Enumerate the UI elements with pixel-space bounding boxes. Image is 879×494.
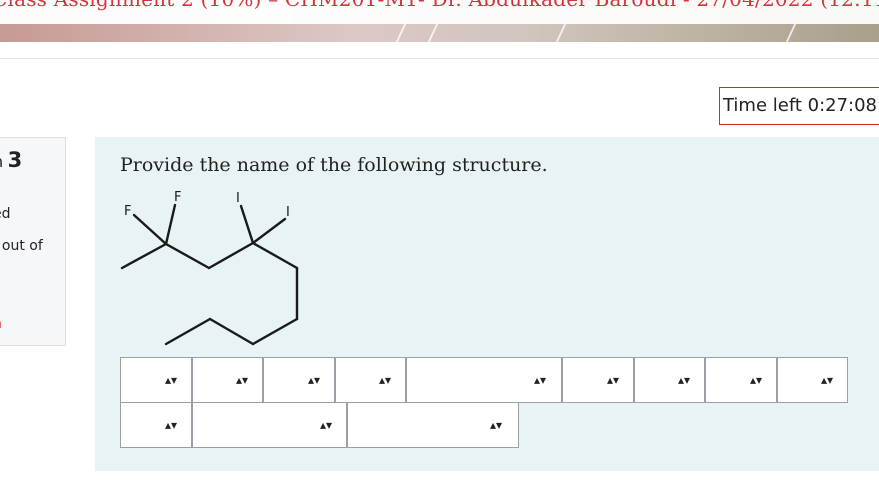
banner-title-strip: Class Assignment 2 (10%) – CHM201-M1- Dr… (0, 0, 879, 24)
select-arrows-icon: ▴▾ (489, 418, 503, 432)
name-part-select-7[interactable]: ▴▾ (634, 357, 705, 403)
name-part-select-11[interactable]: ▴▾ (192, 402, 347, 448)
atom-label: F (174, 190, 181, 205)
chemical-structure: F F I I (120, 190, 299, 346)
bond (132, 213, 168, 246)
name-part-select-3[interactable]: ▴▾ (263, 357, 335, 403)
bond (164, 242, 211, 270)
select-arrows-icon: ▴▾ (533, 373, 547, 387)
name-part-select-9[interactable]: ▴▾ (777, 357, 848, 403)
bond (164, 203, 177, 246)
question-number-prefix: n (0, 152, 3, 171)
header-divider (0, 58, 879, 59)
bond (251, 217, 287, 245)
question-prompt: Provide the name of the following struct… (120, 154, 548, 176)
select-arrows-icon: ▴▾ (319, 418, 333, 432)
select-arrows-icon: ▴▾ (749, 373, 763, 387)
quiz-title: Class Assignment 2 (10%) – CHM201-M1- Dr… (0, 0, 879, 11)
bond (164, 317, 212, 346)
select-arrows-icon: ▴▾ (307, 373, 321, 387)
question-number: n 3 (0, 148, 22, 172)
bond (208, 317, 255, 346)
name-part-select-1[interactable]: ▴▾ (120, 357, 192, 403)
atom-label: I (286, 205, 290, 220)
name-part-select-2[interactable]: ▴▾ (192, 357, 263, 403)
name-part-select-12[interactable]: ▴▾ (347, 402, 519, 448)
question-number-value: 3 (7, 148, 23, 172)
bond (239, 204, 255, 245)
atom-label: F (124, 204, 131, 219)
select-arrows-icon: ▴▾ (820, 373, 834, 387)
name-part-select-8[interactable]: ▴▾ (705, 357, 777, 403)
select-arrows-icon: ▴▾ (164, 418, 178, 432)
bond (251, 317, 299, 346)
select-arrows-icon: ▴▾ (164, 373, 178, 387)
flag-question-link[interactable]: n (0, 316, 2, 332)
question-marks: . out of (0, 238, 43, 254)
question-status: ed (0, 206, 11, 222)
time-left-timer: Time left 0:27:08 (719, 87, 879, 125)
banner-image (0, 24, 879, 42)
select-arrows-icon: ▴▾ (378, 373, 392, 387)
bond (251, 241, 299, 270)
select-arrows-icon: ▴▾ (606, 373, 620, 387)
atom-label: I (236, 191, 240, 206)
name-part-select-5[interactable]: ▴▾ (406, 357, 562, 403)
name-part-select-6[interactable]: ▴▾ (562, 357, 634, 403)
course-banner: Class Assignment 2 (10%) – CHM201-M1- Dr… (0, 0, 879, 42)
select-arrows-icon: ▴▾ (235, 373, 249, 387)
bond (120, 242, 168, 270)
bond (207, 241, 255, 270)
question-info-panel: n 3 ed . out of n (0, 137, 66, 346)
name-part-select-10[interactable]: ▴▾ (120, 402, 192, 448)
select-arrows-icon: ▴▾ (677, 373, 691, 387)
name-part-select-4[interactable]: ▴▾ (335, 357, 406, 403)
